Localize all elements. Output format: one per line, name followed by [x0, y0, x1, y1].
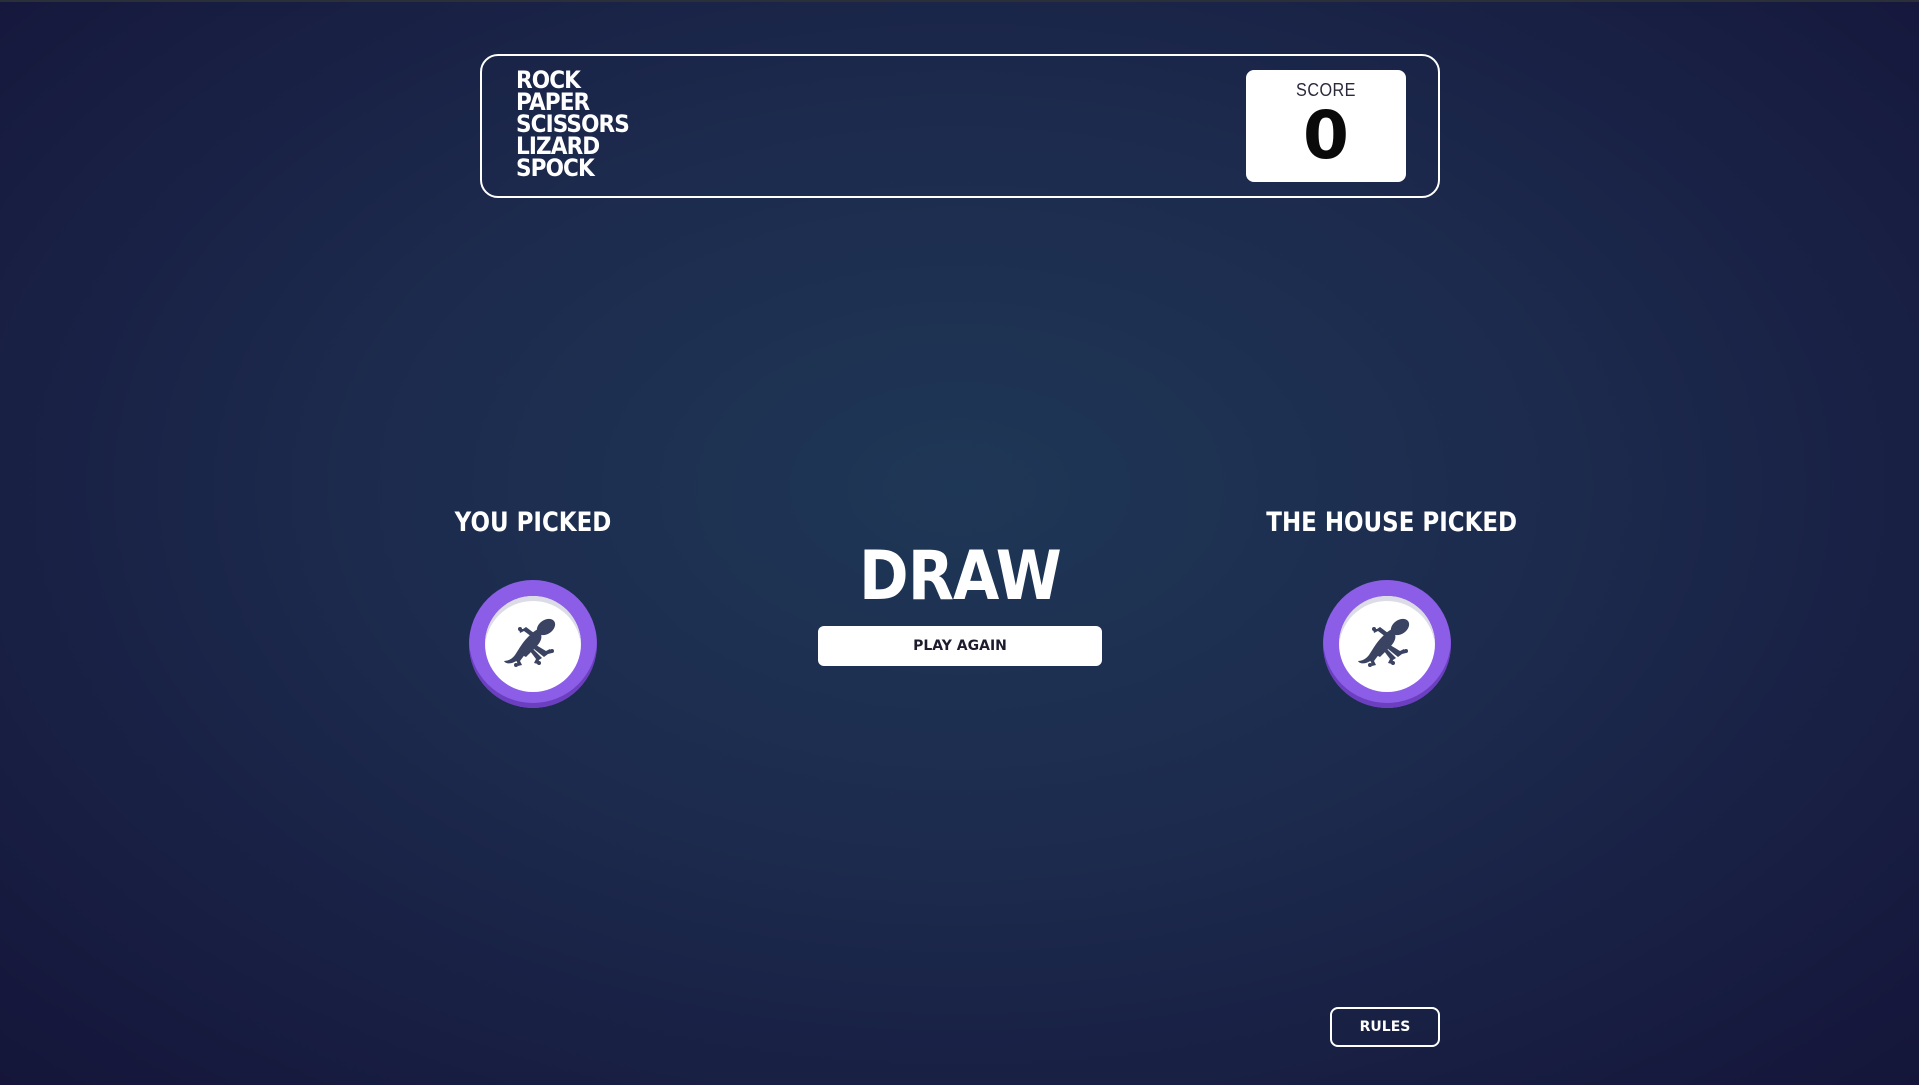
- title-line-spock: SPOCK: [516, 154, 595, 182]
- house-picked-label: THE HOUSE PICKED: [1266, 507, 1518, 538]
- player-pick-token: [469, 580, 597, 708]
- rules-button[interactable]: RULES: [1330, 1007, 1440, 1047]
- house-pick-token-face: [1339, 596, 1435, 692]
- lizard-icon: [1358, 618, 1410, 667]
- lizard-icon: [504, 618, 556, 667]
- score-box: SCORE 0: [1246, 70, 1406, 182]
- you-picked-label: YOU PICKED: [454, 507, 612, 538]
- game-header: ROCK PAPER SCISSORS LIZARD SPOCK SCORE 0: [480, 54, 1440, 198]
- play-again-button[interactable]: PLAY AGAIN: [818, 626, 1102, 666]
- result-panel: DRAW PLAY AGAIN: [818, 542, 1102, 666]
- game-title: ROCK PAPER SCISSORS LIZARD SPOCK: [516, 68, 642, 182]
- score-label: SCORE: [1296, 80, 1356, 100]
- result-text: DRAW: [859, 537, 1062, 616]
- house-pick-token: [1323, 580, 1451, 708]
- player-pick-token-face: [485, 596, 581, 692]
- score-value: 0: [1303, 97, 1349, 174]
